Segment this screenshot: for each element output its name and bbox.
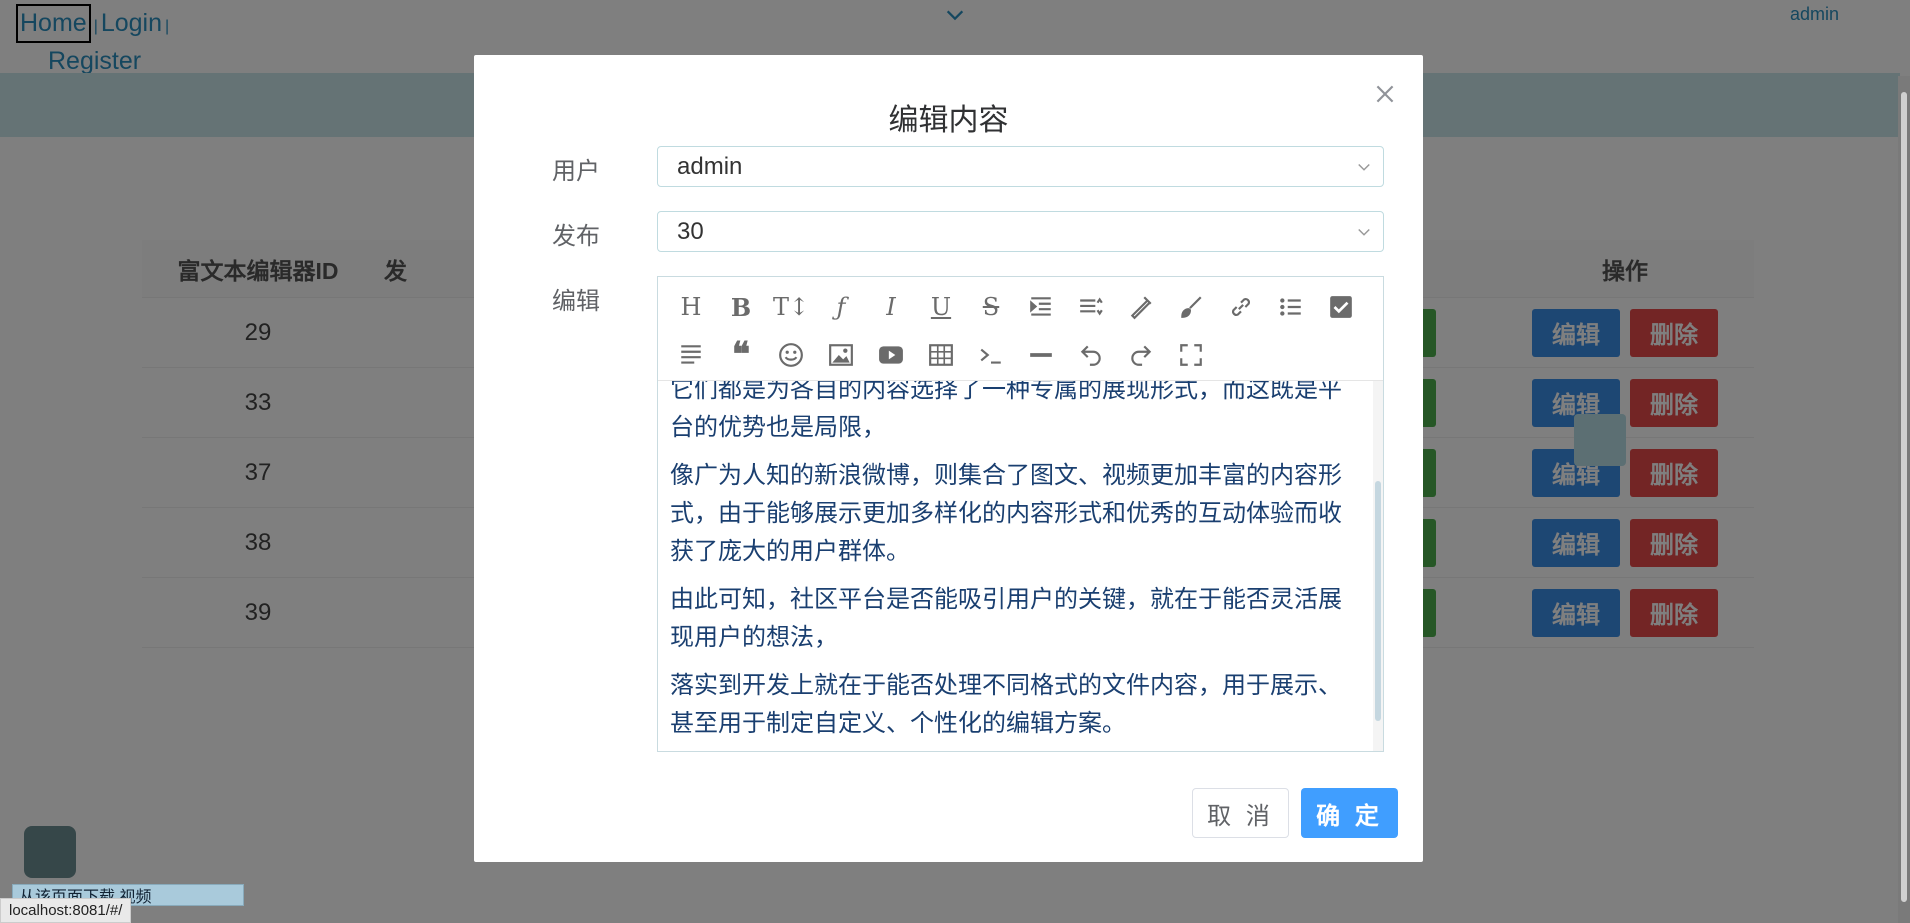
- rich-text-editor: H B T↕ ƒ I U S ❝ 它们都是为各自的内容选择了一种专属的展现形式，…: [657, 276, 1384, 752]
- publish-select-value: 30: [677, 218, 704, 245]
- page-scrollbar[interactable]: [1898, 76, 1910, 923]
- close-icon[interactable]: [1372, 81, 1398, 107]
- underline-icon[interactable]: U: [916, 283, 966, 331]
- confirm-button[interactable]: 确 定: [1301, 788, 1398, 838]
- redo-icon[interactable]: [1116, 331, 1166, 379]
- todo-icon[interactable]: [1316, 283, 1366, 331]
- video-icon[interactable]: [866, 331, 916, 379]
- divider-icon[interactable]: [1016, 331, 1066, 379]
- editor-paragraph: 由此可知，社区平台是否能吸引用户的关键，就在于能否灵活展现用户的想法，: [670, 586, 1342, 651]
- editor-paragraph: 落实到开发上就在于能否处理不同格式的文件内容，用于展示、甚至用于制定自定义、个性…: [670, 672, 1342, 737]
- undo-icon[interactable]: [1066, 331, 1116, 379]
- status-url: localhost:8081/#/: [0, 898, 132, 923]
- code-icon[interactable]: [966, 331, 1016, 379]
- editor-paragraph: 它们都是为各自的内容选择了一种专属的展现形式，而这既是平台的优势也是局限，: [670, 381, 1342, 441]
- link-icon[interactable]: [1216, 283, 1266, 331]
- emoticon-icon[interactable]: [766, 331, 816, 379]
- chevron-down-icon: [1358, 228, 1370, 236]
- strikethrough-icon[interactable]: S: [966, 283, 1016, 331]
- quote-icon[interactable]: ❝: [716, 331, 766, 379]
- editor-paragraph: 像广为人知的新浪微博，则集合了图文、视频更加丰富的内容形式，由于能够展示更加多样…: [670, 462, 1342, 565]
- back-color-icon[interactable]: [1166, 283, 1216, 331]
- scrollbar-thumb[interactable]: [1901, 92, 1907, 902]
- user-label: 用户: [552, 158, 600, 185]
- user-select[interactable]: admin: [657, 146, 1384, 187]
- line-height-icon[interactable]: [1066, 283, 1116, 331]
- indent-icon[interactable]: [1016, 283, 1066, 331]
- bold-icon[interactable]: B: [716, 283, 766, 331]
- font-family-icon[interactable]: ƒ: [816, 283, 866, 331]
- publish-select[interactable]: 30: [657, 211, 1384, 252]
- chevron-down-icon: [1358, 163, 1370, 171]
- user-select-value: admin: [677, 153, 743, 180]
- editor-content[interactable]: 它们都是为各自的内容选择了一种专属的展现形式，而这既是平台的优势也是局限， 像广…: [658, 381, 1373, 751]
- editor-scrollbar-thumb[interactable]: [1375, 481, 1381, 721]
- publish-label: 发布: [552, 223, 600, 250]
- dialog-title: 编辑内容: [888, 104, 1009, 137]
- fore-color-icon[interactable]: [1116, 283, 1166, 331]
- cancel-button[interactable]: 取 消: [1192, 788, 1289, 838]
- font-size-icon[interactable]: T↕: [766, 283, 816, 331]
- editor-scrollbar[interactable]: [1373, 381, 1383, 751]
- list-icon[interactable]: [1266, 283, 1316, 331]
- justify-icon[interactable]: [666, 331, 716, 379]
- table-icon[interactable]: [916, 331, 966, 379]
- image-icon[interactable]: [816, 331, 866, 379]
- edit-dialog: 编辑内容 用户 admin 发布 30 编辑 H B T↕ ƒ I U S ❝: [474, 55, 1423, 862]
- italic-icon[interactable]: I: [866, 283, 916, 331]
- editor-label: 编辑: [552, 288, 600, 315]
- fullscreen-icon[interactable]: [1166, 331, 1216, 379]
- editor-toolbar: H B T↕ ƒ I U S ❝: [658, 277, 1383, 381]
- heading-icon[interactable]: H: [666, 283, 716, 331]
